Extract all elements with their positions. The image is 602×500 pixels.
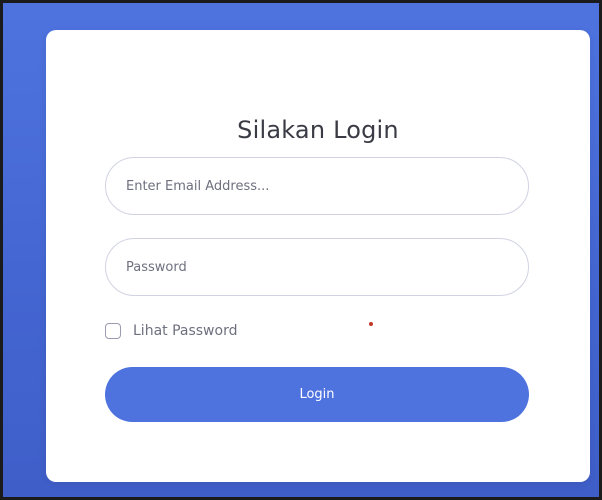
show-password-checkbox[interactable] xyxy=(105,323,121,339)
show-password-option[interactable]: Lihat Password xyxy=(105,320,237,342)
red-dot xyxy=(369,322,373,326)
login-card: Silakan Login Lihat Password Login xyxy=(46,30,590,482)
page-frame: Silakan Login Lihat Password Login xyxy=(0,0,602,500)
login-button[interactable]: Login xyxy=(105,367,529,422)
email-input[interactable] xyxy=(105,157,529,215)
show-password-label: Lihat Password xyxy=(133,323,238,339)
page-title: Silakan Login xyxy=(237,116,399,144)
password-input[interactable] xyxy=(105,238,529,296)
